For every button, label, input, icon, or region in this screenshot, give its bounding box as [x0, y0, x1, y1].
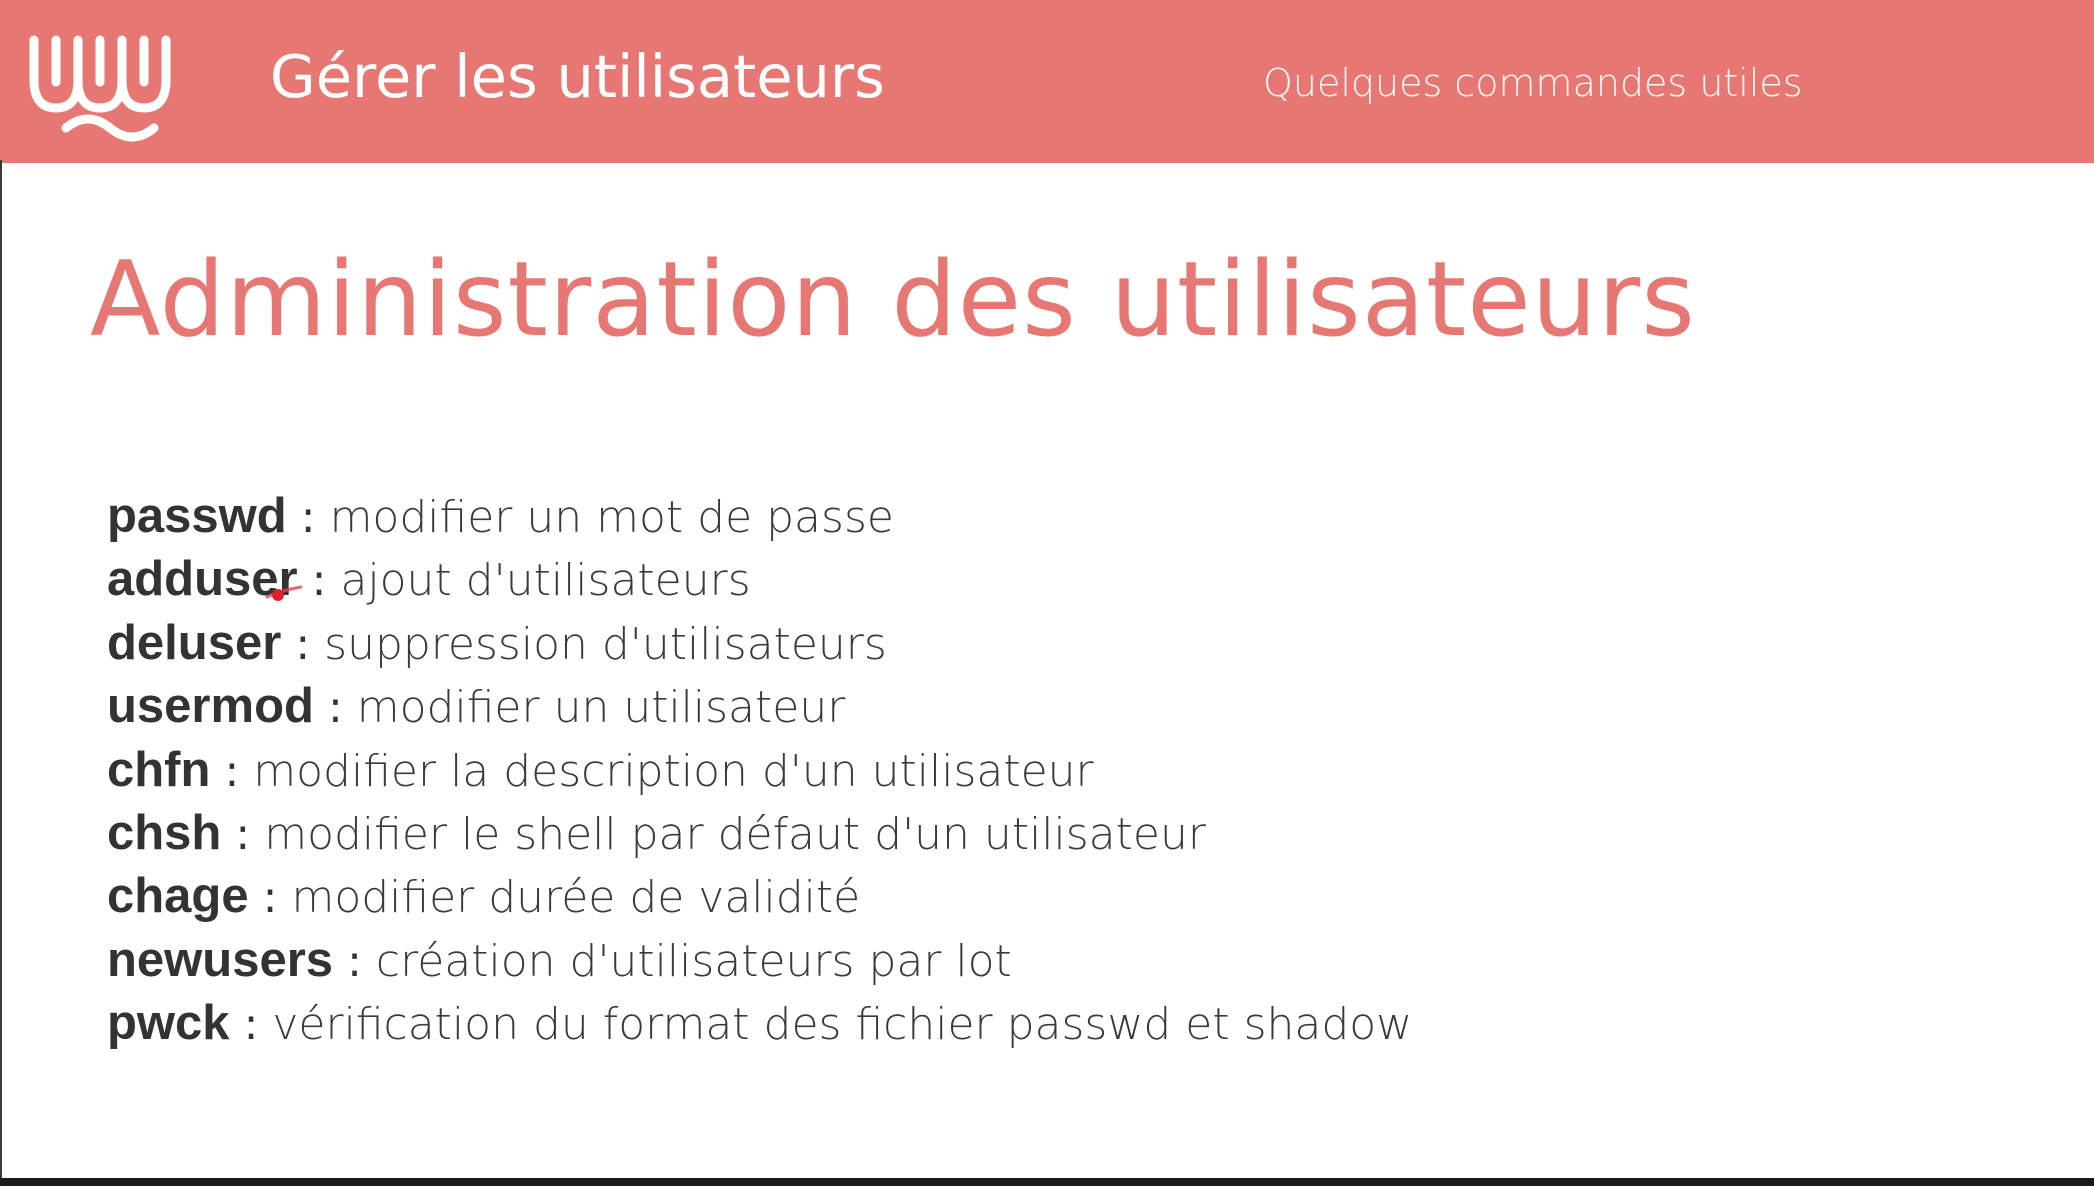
- command-item-deluser: deluser : suppression d'utilisateurs: [107, 612, 1412, 675]
- command-separator: :: [235, 808, 251, 860]
- command-item-chsh: chsh : modifier le shell par défaut d'un…: [107, 802, 1412, 865]
- command-description: modifier durée de validité: [291, 872, 861, 924]
- slide-left-edge: [0, 160, 2, 1178]
- command-description: création d'utilisateurs par lot: [375, 935, 1012, 987]
- command-item-pwck: pwck : vérification du format des fichie…: [107, 992, 1412, 1055]
- command-list: passwd : modifier un mot de passe adduse…: [107, 485, 1412, 1056]
- command-separator: :: [295, 618, 311, 670]
- command-description: vérification du format des fichier passw…: [272, 999, 1413, 1051]
- laser-pointer-icon: [265, 585, 303, 601]
- command-separator: :: [224, 745, 240, 797]
- command-name: newusers: [107, 932, 334, 987]
- command-separator: :: [243, 999, 259, 1051]
- command-item-passwd: passwd : modifier un mot de passe: [107, 485, 1412, 548]
- wave-logo-icon: [29, 35, 171, 142]
- header-title: Gérer les utilisateurs: [270, 42, 885, 111]
- command-name: chfn: [107, 742, 211, 797]
- command-separator: :: [327, 682, 343, 734]
- command-description: modifier un mot de passe: [329, 492, 894, 543]
- command-separator: :: [262, 872, 278, 924]
- page-title: Administration des utilisateurs: [90, 240, 1696, 360]
- command-name: pwck: [107, 996, 230, 1051]
- command-item-usermod: usermod : modifier un utilisateur: [107, 675, 1412, 738]
- header-subtitle: Quelques commandes utiles: [1263, 61, 1803, 105]
- command-description: modifier la description d'un utilisateur: [253, 745, 1094, 797]
- command-description: modifier le shell par défaut d'un utilis…: [264, 808, 1206, 860]
- slide: Gérer les utilisateurs Quelques commande…: [0, 0, 2094, 1178]
- command-name: chsh: [107, 805, 222, 860]
- command-item-chfn: chfn : modifier la description d'un util…: [107, 739, 1412, 802]
- command-name: passwd: [107, 489, 287, 543]
- video-bottom-bar: [0, 1178, 2094, 1186]
- command-separator: :: [347, 935, 362, 987]
- command-name: chage: [107, 869, 249, 924]
- command-separator: :: [300, 492, 316, 543]
- command-description: suppression d'utilisateurs: [324, 618, 887, 670]
- command-description: modifier un utilisateur: [356, 682, 846, 734]
- command-name: deluser: [107, 615, 282, 670]
- command-description: ajout d'utilisateurs: [340, 555, 751, 607]
- slide-header: Gérer les utilisateurs Quelques commande…: [0, 0, 2094, 163]
- command-item-chage: chage : modifier durée de validité: [107, 865, 1412, 928]
- command-name: usermod: [107, 679, 314, 734]
- command-item-newusers: newusers : création d'utilisateurs par l…: [107, 929, 1412, 992]
